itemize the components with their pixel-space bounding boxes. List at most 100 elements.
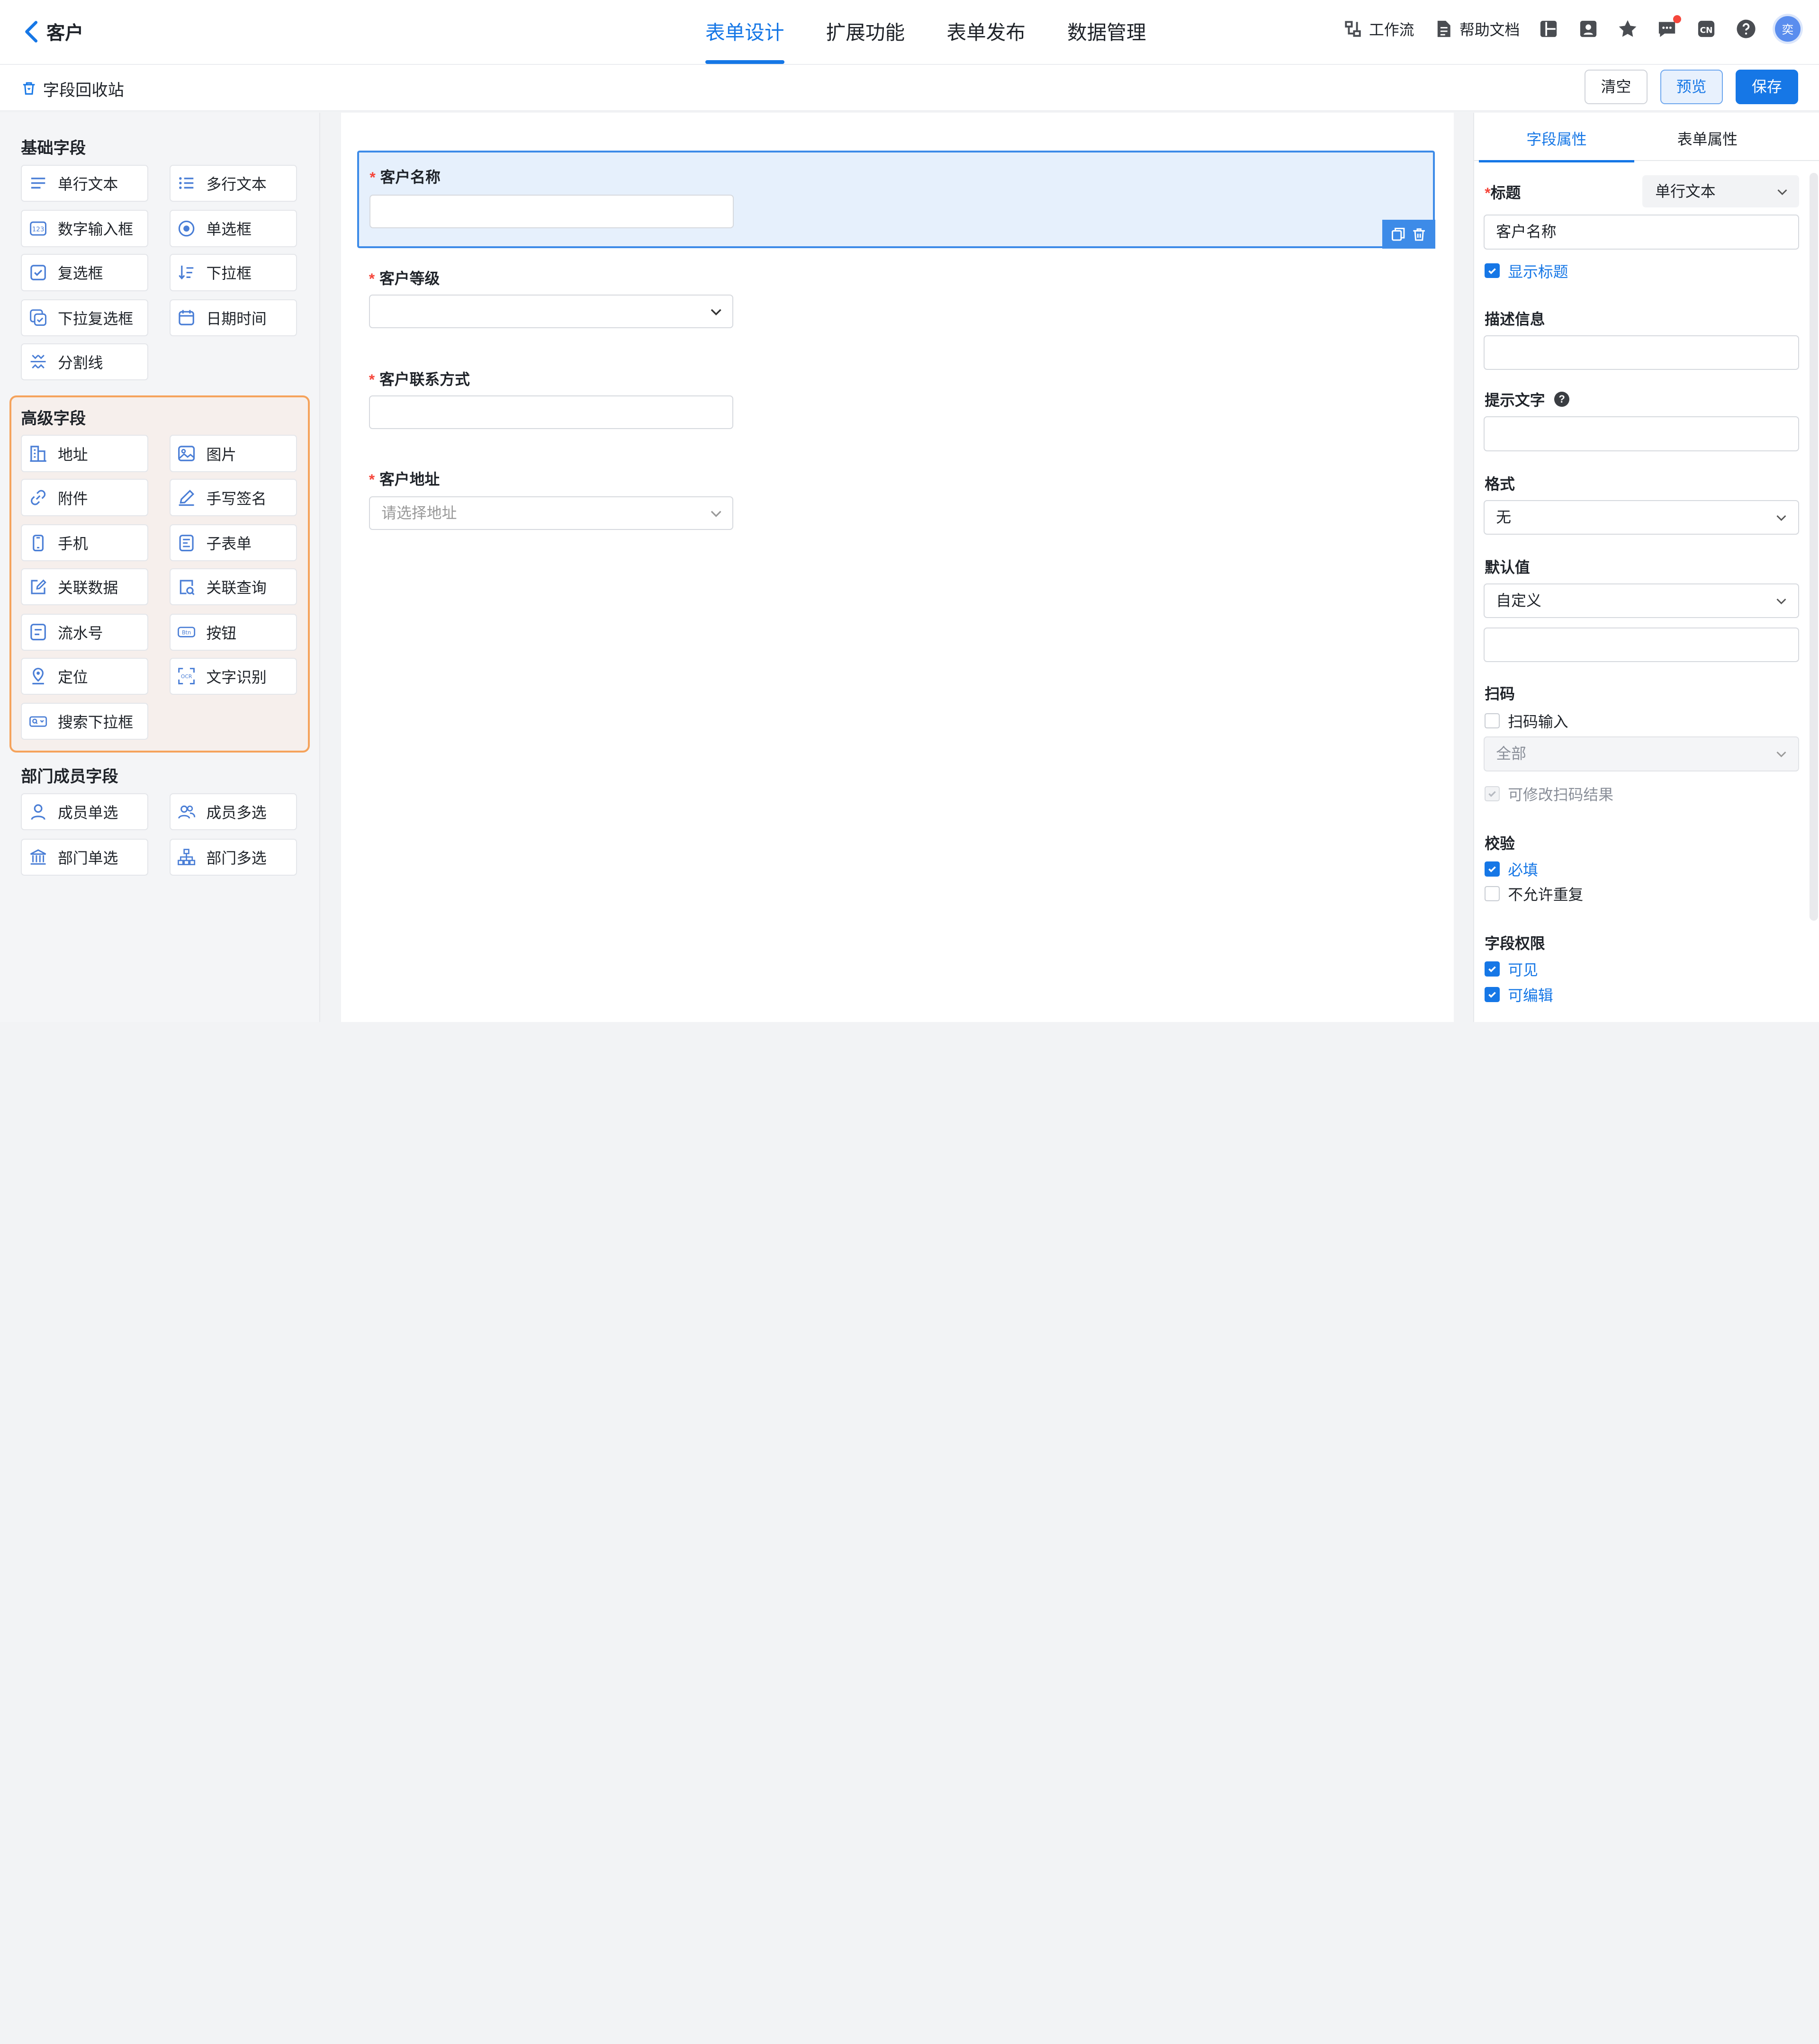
- checkbox-unchecked: [1485, 713, 1500, 728]
- show-title-checkbox[interactable]: 显示标题: [1485, 260, 1568, 282]
- field-image[interactable]: 图片: [169, 435, 297, 472]
- tab-data-management[interactable]: 数据管理: [1067, 0, 1146, 65]
- field-button[interactable]: Btn 按钮: [169, 613, 297, 651]
- form-field-customer-contact[interactable]: * 客户联系方式: [357, 368, 1435, 437]
- address-placeholder: 请选择地址: [381, 504, 457, 522]
- field-member-multi[interactable]: 成员多选: [169, 793, 297, 831]
- checkbox-label: 必填: [1508, 861, 1538, 879]
- field-subform[interactable]: 子表单: [169, 524, 297, 562]
- format-label-text: 格式: [1485, 475, 1515, 493]
- field-title-text: 客户联系方式: [379, 371, 470, 388]
- field-label: 下拉复选框: [57, 310, 134, 327]
- action-bar: 字段回收站 清空 预览 保存: [0, 65, 1819, 112]
- preview-button[interactable]: 预览: [1660, 69, 1723, 105]
- svg-text:CN: CN: [1700, 26, 1713, 36]
- description-input[interactable]: [1483, 335, 1799, 370]
- help-docs-link[interactable]: 帮助文档: [1433, 18, 1520, 40]
- form-field-customer-address[interactable]: * 客户地址 请选择地址: [357, 467, 1435, 537]
- document-icon: [1437, 21, 1450, 37]
- field-dropdown[interactable]: 下拉框: [169, 254, 297, 291]
- checkbox-label: 可编辑: [1508, 986, 1553, 1004]
- subform-icon: [179, 534, 194, 551]
- field-checkbox[interactable]: 复选框: [21, 254, 149, 291]
- field-member-single[interactable]: 成员单选: [21, 793, 149, 831]
- checkbox-label: 可修改扫码结果: [1508, 786, 1614, 804]
- field-dept-multi[interactable]: 部门多选: [169, 838, 297, 876]
- form-field-customer-level[interactable]: * 客户等级: [357, 267, 1435, 336]
- format-select[interactable]: 无: [1483, 500, 1799, 535]
- title-input[interactable]: 客户名称: [1483, 215, 1799, 250]
- customer-level-select[interactable]: [369, 295, 733, 329]
- help-question-icon[interactable]: ?: [1554, 392, 1569, 407]
- hint-label: 提示文字 ?: [1485, 388, 1569, 410]
- clear-button[interactable]: 清空: [1585, 69, 1648, 105]
- field-single-line-text[interactable]: 单行文本: [21, 164, 149, 202]
- hint-input[interactable]: [1483, 416, 1799, 451]
- field-recycle-bin-link[interactable]: 字段回收站: [21, 77, 124, 100]
- tab-field-properties[interactable]: 字段属性: [1479, 113, 1635, 162]
- properties-scrollbar[interactable]: [1810, 172, 1818, 921]
- field-divider[interactable]: 分割线: [21, 343, 149, 381]
- tab-extensions[interactable]: 扩展功能: [826, 0, 905, 65]
- messages-button[interactable]: [1657, 15, 1681, 39]
- workflow-link[interactable]: 工作流: [1342, 18, 1414, 40]
- field-linked-data[interactable]: 关联数据: [21, 568, 149, 606]
- help-button[interactable]: [1736, 18, 1756, 39]
- tab-form-publish[interactable]: 表单发布: [946, 0, 1026, 65]
- app-title: 客户: [46, 23, 84, 44]
- visible-checkbox[interactable]: 可见: [1485, 958, 1538, 980]
- field-number-input[interactable]: 123 数字输入框: [21, 210, 149, 247]
- field-datetime[interactable]: 日期时间: [169, 299, 297, 337]
- field-permission-label: 字段权限: [1485, 932, 1545, 953]
- field-label: 流水号: [57, 624, 103, 642]
- location-icon: [32, 668, 44, 685]
- language-button[interactable]: CN: [1696, 18, 1717, 39]
- copy-icon[interactable]: [1391, 227, 1405, 241]
- description-label-text: 描述信息: [1485, 310, 1545, 328]
- save-button[interactable]: 保存: [1735, 69, 1798, 105]
- chevron-left-icon: [25, 21, 38, 43]
- field-label: 日期时间: [206, 310, 267, 327]
- contacts-button[interactable]: [1578, 18, 1599, 39]
- field-palette: 基础字段 单行文本 多行文本 123 数字输入框 单选框 复选框 下拉框 下拉复…: [0, 112, 320, 1022]
- field-attachment[interactable]: 附件: [21, 479, 149, 516]
- tab-form-properties[interactable]: 表单属性: [1630, 113, 1785, 161]
- field-dept-single[interactable]: 部门单选: [21, 838, 149, 876]
- customer-name-input[interactable]: [369, 194, 734, 228]
- form-field-customer-name[interactable]: * 客户名称: [357, 151, 1436, 249]
- field-label: 定位: [57, 668, 88, 686]
- field-radio[interactable]: 单选框: [169, 210, 297, 247]
- field-linked-query[interactable]: 关联查询: [169, 568, 297, 606]
- field-location[interactable]: 定位: [21, 657, 149, 695]
- editable-checkbox[interactable]: 可编辑: [1485, 984, 1553, 1005]
- layout-button[interactable]: [1538, 18, 1559, 39]
- search-select-icon: [29, 716, 47, 727]
- field-type-select[interactable]: 单行文本: [1642, 175, 1799, 208]
- customer-contact-input[interactable]: [369, 395, 733, 430]
- favorites-button[interactable]: [1617, 18, 1638, 39]
- customer-address-select[interactable]: 请选择地址: [369, 496, 733, 530]
- delete-icon[interactable]: [1412, 227, 1426, 241]
- scan-input-checkbox[interactable]: 扫码输入: [1485, 710, 1568, 732]
- validation-label-text: 校验: [1485, 834, 1515, 852]
- field-search-dropdown[interactable]: 搜索下拉框: [21, 703, 149, 740]
- edit-doc-icon: [31, 579, 46, 594]
- field-title-text: 客户地址: [379, 470, 440, 488]
- default-value-input[interactable]: [1483, 627, 1799, 663]
- field-multi-line-text[interactable]: 多行文本: [169, 164, 297, 202]
- back-button[interactable]: 客户: [23, 18, 83, 45]
- field-ocr[interactable]: OCR 文字识别: [169, 657, 297, 695]
- field-signature[interactable]: 手写签名: [169, 479, 297, 516]
- tab-form-design[interactable]: 表单设计: [705, 0, 784, 65]
- user-avatar[interactable]: 奕: [1774, 16, 1801, 42]
- field-address[interactable]: 地址: [21, 435, 149, 472]
- field-serial-number[interactable]: 流水号: [21, 613, 149, 651]
- field-dropdown-multi[interactable]: 下拉复选框: [21, 299, 149, 337]
- required-checkbox[interactable]: 必填: [1485, 858, 1538, 880]
- field-title: * 客户等级: [369, 267, 440, 288]
- field-label: 手机: [57, 535, 88, 553]
- field-phone[interactable]: 手机: [21, 524, 149, 562]
- no-duplicate-checkbox[interactable]: 不允许重复: [1485, 883, 1583, 905]
- title-property-label: *标题: [1485, 181, 1521, 203]
- default-mode-select[interactable]: 自定义: [1483, 583, 1799, 619]
